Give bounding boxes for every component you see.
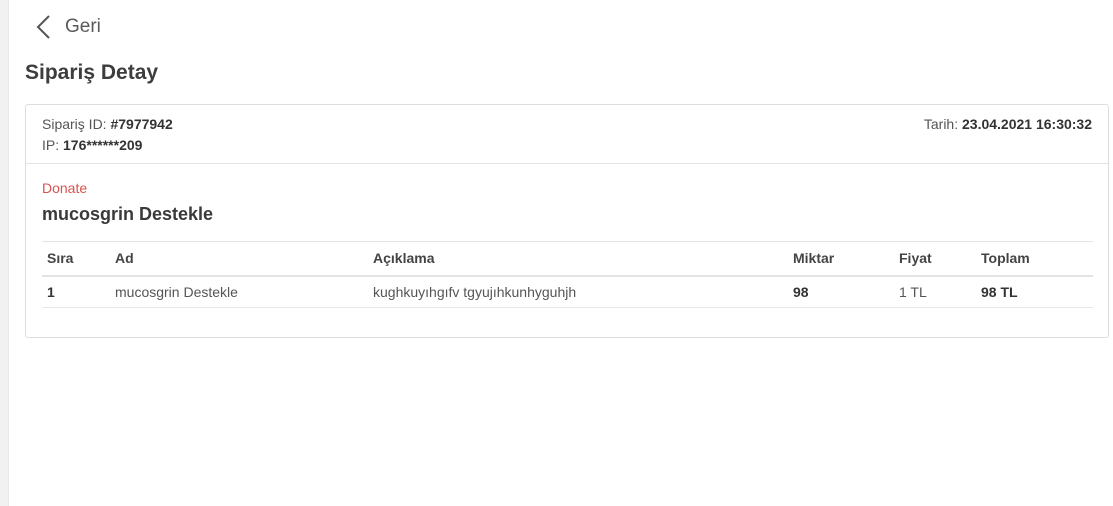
header-sira: Sıra: [42, 241, 110, 277]
cell-aciklama: kughkuyıhgıfv tgyujıhkunhyguhjh: [368, 275, 788, 308]
product-tag: Donate: [42, 180, 88, 196]
left-rail: [0, 0, 9, 506]
cell-sira: 1: [42, 275, 110, 308]
chevron-left-icon: [35, 14, 53, 40]
ip-label: IP:: [42, 137, 60, 153]
back-button[interactable]: Geri: [35, 14, 101, 40]
order-id-value: #7977942: [110, 116, 173, 132]
header-aciklama: Açıklama: [368, 241, 788, 277]
back-label: Geri: [65, 16, 101, 37]
date-label: Tarih:: [923, 116, 959, 132]
cell-miktar: 98: [788, 275, 894, 308]
order-id-line: Sipariş ID: #7977942: [42, 116, 173, 132]
cell-fiyat: 1 TL: [894, 275, 976, 308]
order-card: Sipariş ID: #7977942 IP: 176******209 Ta…: [25, 104, 1109, 338]
cell-ad: mucosgrin Destekle: [110, 275, 368, 308]
table-row: 1 mucosgrin Destekle kughkuyıhgıfv tgyuj…: [42, 275, 1093, 308]
header-fiyat: Fiyat: [894, 241, 976, 277]
main-content: Geri Sipariş Detay Sipariş ID: #7977942 …: [9, 0, 1113, 506]
header-ad: Ad: [110, 241, 368, 277]
product-name: mucosgrin Destekle: [42, 204, 214, 224]
ip-line: IP: 176******209: [42, 137, 142, 153]
header-toplam: Toplam: [976, 241, 1093, 277]
date-value: 23.04.2021 16:30:32: [962, 116, 1092, 132]
cell-toplam: 98 TL: [976, 275, 1093, 308]
order-items-table: Sıra Ad Açıklama Miktar Fiyat Toplam 1 m…: [42, 241, 1093, 308]
header-miktar: Miktar: [788, 241, 894, 277]
page-title: Sipariş Detay: [25, 61, 159, 84]
order-id-label: Sipariş ID:: [42, 116, 107, 132]
ip-value: 176******209: [63, 137, 143, 153]
order-meta-header: Sipariş ID: #7977942 IP: 176******209 Ta…: [26, 105, 1108, 164]
date-line: Tarih: 23.04.2021 16:30:32: [924, 116, 1092, 132]
table-header-row: Sıra Ad Açıklama Miktar Fiyat Toplam: [42, 241, 1093, 277]
